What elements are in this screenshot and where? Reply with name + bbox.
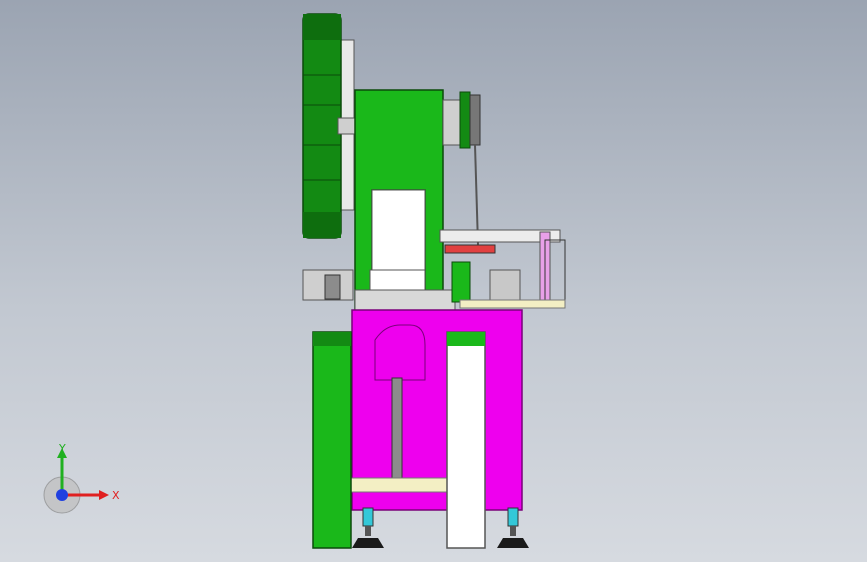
- axis-triad: Y X: [43, 442, 120, 514]
- press-machine-model: [302, 13, 566, 549]
- base-frame: [349, 309, 523, 511]
- x-axis-label: X: [112, 489, 120, 502]
- right-column: [446, 331, 486, 549]
- x-axis-arrowhead: [99, 490, 109, 500]
- flywheel: [302, 13, 359, 239]
- feeder-assembly: [439, 229, 566, 309]
- cad-viewport[interactable]: Y X: [0, 0, 867, 562]
- y-axis-label: Y: [58, 442, 66, 455]
- crank-pulley: [442, 91, 481, 246]
- motor: [302, 269, 354, 301]
- left-column: [312, 331, 352, 549]
- z-axis-dot: [56, 489, 68, 501]
- leveling-feet: [352, 507, 529, 548]
